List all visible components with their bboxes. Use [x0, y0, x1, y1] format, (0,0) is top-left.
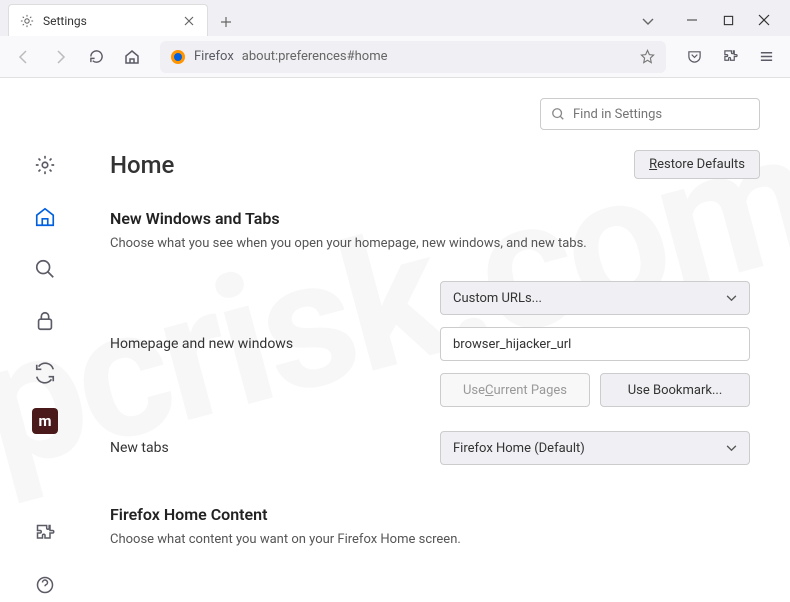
close-window-button[interactable]: [746, 4, 782, 36]
firefox-logo-icon: [170, 49, 186, 65]
search-icon: [551, 107, 565, 121]
homepage-mode-select[interactable]: Custom URLs...: [440, 281, 750, 315]
chevron-down-icon: [726, 445, 737, 452]
tab-strip: Settings: [0, 0, 790, 36]
sidebar-item-search[interactable]: [28, 252, 62, 286]
toolbar: Firefox about:preferences#home: [0, 36, 790, 78]
settings-sidebar: m: [0, 78, 90, 602]
section-title-home-content: Firefox Home Content: [110, 505, 760, 524]
new-tab-button[interactable]: [212, 8, 240, 36]
settings-search[interactable]: [540, 98, 760, 130]
gear-icon: [19, 13, 35, 29]
url-text: about:preferences#home: [242, 49, 632, 64]
use-current-pages-button[interactable]: Use Current Pages: [440, 373, 590, 407]
url-identity-label: Firefox: [194, 49, 234, 64]
back-button[interactable]: [8, 41, 40, 73]
extension-button[interactable]: [714, 41, 746, 73]
section-desc-home-content: Choose what content you want on your Fir…: [110, 532, 760, 547]
close-icon[interactable]: [181, 13, 197, 29]
sidebar-item-extensions[interactable]: [28, 516, 62, 550]
restore-defaults-button[interactable]: Restore Defaults: [634, 150, 760, 179]
newtabs-label: New tabs: [110, 440, 440, 456]
sidebar-item-help[interactable]: [28, 568, 62, 602]
section-desc-windows-tabs: Choose what you see when you open your h…: [110, 236, 760, 251]
tabs-dropdown-button[interactable]: [634, 8, 662, 36]
newtabs-select[interactable]: Firefox Home (Default): [440, 431, 750, 465]
use-bookmark-button[interactable]: Use Bookmark...: [600, 373, 750, 407]
homepage-url-input[interactable]: [440, 327, 750, 361]
settings-search-input[interactable]: [573, 107, 749, 122]
sidebar-item-more[interactable]: m: [32, 408, 58, 434]
reload-button[interactable]: [80, 41, 112, 73]
tab-title: Settings: [43, 14, 173, 28]
chevron-down-icon: [726, 295, 737, 302]
menu-button[interactable]: [750, 41, 782, 73]
home-button[interactable]: [116, 41, 148, 73]
forward-button[interactable]: [44, 41, 76, 73]
sidebar-item-general[interactable]: [28, 148, 62, 182]
page-title: Home: [110, 151, 174, 179]
settings-main: Home Restore Defaults New Windows and Ta…: [90, 78, 790, 602]
maximize-button[interactable]: [710, 4, 746, 36]
sidebar-item-sync[interactable]: [28, 356, 62, 390]
bookmark-star-icon[interactable]: [640, 49, 656, 65]
sidebar-item-home[interactable]: [28, 200, 62, 234]
browser-tab[interactable]: Settings: [8, 4, 208, 36]
minimize-button[interactable]: [674, 4, 710, 36]
section-title-windows-tabs: New Windows and Tabs: [110, 209, 760, 228]
homepage-label: Homepage and new windows: [110, 336, 440, 352]
url-bar[interactable]: Firefox about:preferences#home: [160, 41, 666, 73]
pocket-button[interactable]: [678, 41, 710, 73]
sidebar-item-privacy[interactable]: [28, 304, 62, 338]
